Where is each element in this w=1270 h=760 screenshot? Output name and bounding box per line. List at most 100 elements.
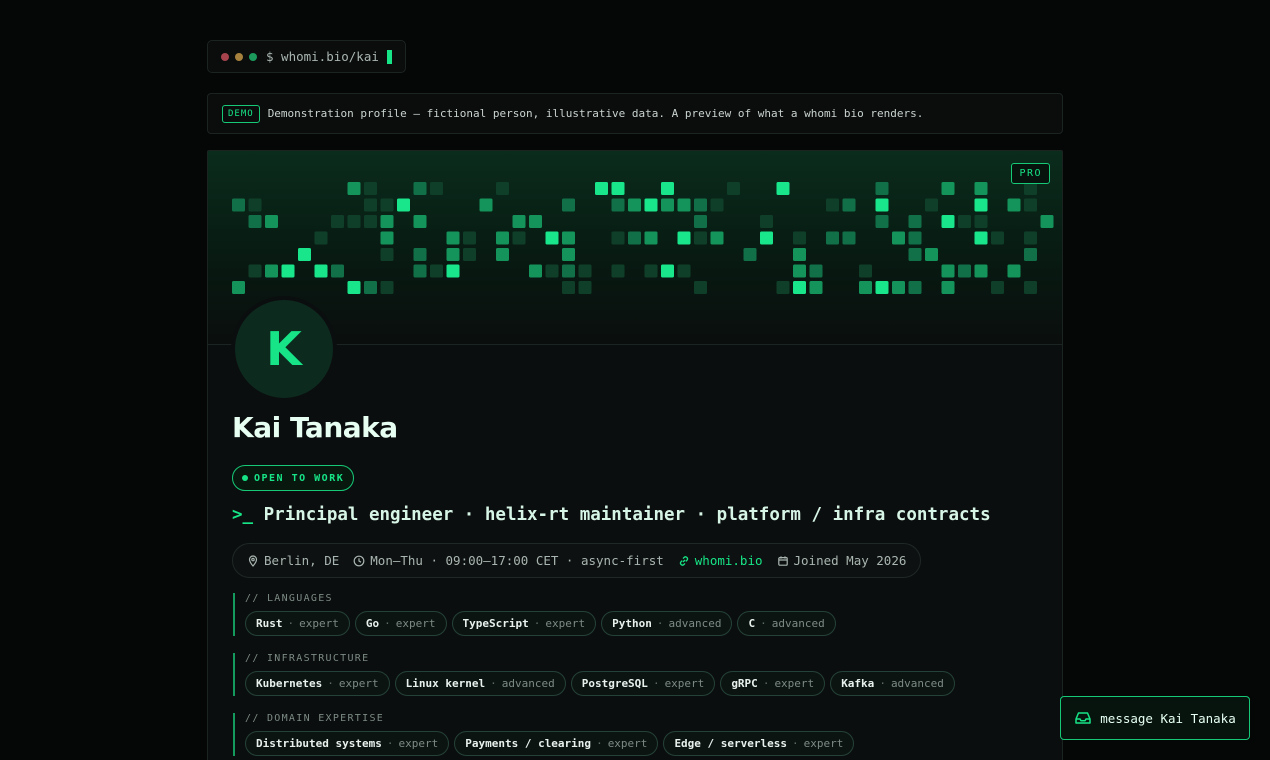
pattern-pixel	[908, 248, 922, 261]
skill-name: Edge / serverless	[674, 737, 788, 750]
skill-level: expert	[545, 617, 586, 630]
pattern-pixel	[875, 215, 889, 228]
skill-chips: Rust · expert Go · expert TypeScript · expert …	[245, 611, 836, 636]
section-infrastructure: // INFRASTRUCTURE Kubernetes · expert Linu…	[233, 653, 955, 696]
pattern-pixel	[809, 264, 823, 278]
section-title: // DOMAIN EXPERTISE	[245, 713, 385, 724]
pattern-pixel	[380, 198, 394, 212]
skill-name: Kubernetes	[256, 677, 323, 690]
pattern-pixel	[413, 215, 427, 228]
pattern-pixel	[430, 264, 443, 278]
link-icon	[679, 555, 688, 566]
pattern-pixel	[298, 248, 311, 261]
pattern-pixel	[793, 231, 806, 245]
skill-chip[interactable]: Distributed systems · expert	[245, 731, 450, 756]
pattern-pixel	[958, 264, 971, 278]
pattern-pixel	[380, 215, 394, 228]
pattern-pixel	[364, 215, 377, 228]
skill-name: Python	[612, 617, 652, 630]
pattern-pixel	[925, 248, 938, 261]
pattern-pixel	[826, 198, 839, 212]
pattern-pixel	[446, 264, 460, 278]
demo-banner: DEMO Demonstration profile — fictional p…	[207, 93, 1063, 134]
meta-link[interactable]: whomi.bio	[678, 553, 763, 568]
address-bar[interactable]: $ whomi.bio/kai	[207, 40, 406, 73]
pattern-pixel	[281, 264, 295, 278]
pattern-pixel	[248, 264, 262, 278]
skill-chip[interactable]: Python · advanced	[601, 611, 733, 636]
skill-chip[interactable]: Kafka · advanced	[830, 671, 955, 696]
pattern-pixel	[661, 182, 674, 195]
pattern-pixel	[941, 264, 955, 278]
pattern-pixel	[265, 264, 278, 278]
pattern-pixel	[1007, 198, 1021, 212]
meta-location: Berlin, DE	[247, 553, 339, 568]
skill-level: expert	[803, 737, 844, 750]
pattern-pixel	[842, 198, 856, 212]
pattern-pixel	[413, 248, 427, 261]
pattern-pixel	[776, 281, 790, 294]
skill-separator: ·	[533, 617, 541, 630]
skill-chip[interactable]: PostgreSQL · expert	[570, 671, 716, 696]
prompt-symbol: >_	[232, 505, 254, 525]
message-button[interactable]: message Kai Tanaka	[1060, 696, 1250, 740]
pattern-pixel	[413, 264, 427, 278]
section-domain-expertise: // DOMAIN EXPERTISE Distributed systems ·…	[233, 713, 855, 756]
pattern-pixel	[232, 281, 245, 294]
skill-chip[interactable]: gRPC · expert	[720, 671, 826, 696]
pattern-pixel	[908, 231, 922, 245]
skill-chip[interactable]: Payments / clearing · expert	[454, 731, 659, 756]
pattern-pixel	[958, 215, 971, 228]
pattern-pixel	[595, 182, 608, 195]
pattern-pixel	[908, 281, 922, 294]
pattern-pixel	[760, 215, 773, 228]
pattern-pixel	[314, 264, 328, 278]
message-button-label: message Kai Tanaka	[1100, 710, 1236, 726]
skill-chip[interactable]: Kubernetes · expert	[245, 671, 390, 696]
pattern-pixel	[611, 231, 625, 245]
pattern-pixel	[694, 198, 707, 212]
skill-separator: ·	[656, 617, 664, 630]
pattern-pixel	[347, 182, 361, 195]
pattern-pixel	[446, 231, 460, 245]
skill-name: Rust	[256, 617, 283, 630]
link-text[interactable]: whomi.bio	[695, 553, 763, 568]
skill-chip[interactable]: Go · expert	[354, 611, 447, 636]
pattern-pixel	[265, 215, 278, 228]
pattern-pixel	[1024, 281, 1037, 294]
skill-chip[interactable]: Linux kernel · advanced	[394, 671, 566, 696]
skill-chip[interactable]: TypeScript · expert	[451, 611, 597, 636]
pattern-pixel	[397, 198, 410, 212]
skill-level: expert	[664, 677, 705, 690]
window-dot-yellow	[235, 52, 243, 61]
skill-separator: ·	[327, 677, 334, 690]
section-languages: // LANGUAGES Rust · expert Go · expert TypeS…	[233, 593, 836, 636]
pattern-pixel	[496, 231, 509, 245]
open-to-work-badge: OPEN TO WORK	[232, 465, 355, 491]
pattern-pixel	[562, 281, 575, 294]
pattern-pixel	[314, 231, 328, 245]
address-text: $ whomi.bio/kai	[266, 49, 379, 64]
pattern-pixel	[1007, 264, 1021, 278]
meta-hours: Mon–Thu · 09:00–17:00 CET · async-first	[353, 553, 664, 568]
skill-chip[interactable]: Rust · expert	[245, 611, 350, 636]
pattern-pixel	[562, 198, 575, 212]
terminal-cursor	[386, 49, 392, 64]
pattern-pixel	[892, 281, 905, 294]
section-title: // INFRASTRUCTURE	[245, 653, 370, 664]
skill-level: expert	[398, 737, 439, 750]
skill-chip[interactable]: Edge / serverless · expert	[663, 731, 855, 756]
clock-icon	[353, 555, 365, 566]
open-to-work-label: OPEN TO WORK	[254, 472, 345, 484]
skill-separator: ·	[760, 617, 767, 630]
pattern-pixel	[941, 182, 955, 195]
profile-name: Kai Tanaka	[232, 411, 398, 444]
pattern-pixel	[380, 281, 394, 294]
pattern-pixel	[611, 198, 625, 212]
pattern-pixel	[232, 198, 245, 212]
pattern-pixel	[512, 215, 526, 228]
skill-chip[interactable]: C · advanced	[737, 611, 836, 636]
skill-level: expert	[338, 677, 379, 690]
skill-level: expert	[299, 617, 339, 630]
skill-separator: ·	[287, 617, 295, 630]
